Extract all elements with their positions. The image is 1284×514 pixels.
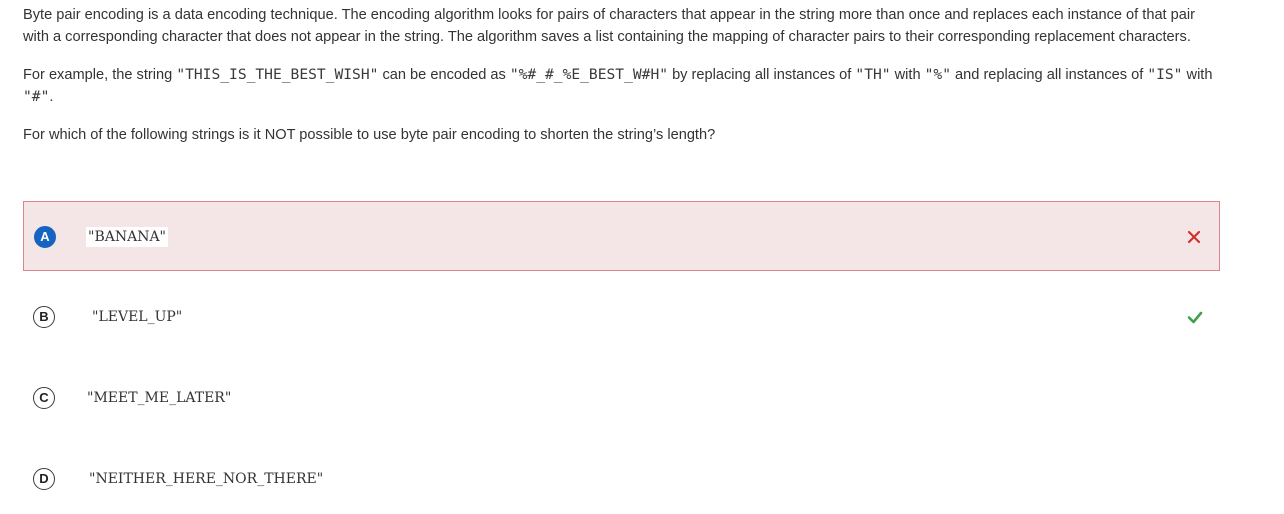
- code-original-string: "THIS_IS_THE_BEST_WISH": [176, 66, 379, 83]
- option-text: "MEET_ME_LATER": [87, 390, 232, 406]
- answer-option-d[interactable]: D "NEITHER_HERE_NOR_THERE": [23, 444, 1220, 514]
- option-letter-badge: A: [34, 226, 56, 248]
- question-paragraph-intro: Byte pair encoding is a data encoding te…: [23, 7, 1196, 45]
- code-char-hash: "#": [23, 88, 50, 105]
- question-paragraph-example: For example, the string "THIS_IS_THE_BES…: [23, 66, 1213, 105]
- answer-option-c[interactable]: C "MEET_ME_LATER": [23, 363, 1220, 433]
- x-icon: [1187, 230, 1201, 244]
- option-text: "LEVEL_UP": [92, 309, 183, 325]
- option-text: "BANANA": [86, 227, 168, 247]
- option-letter-badge: B: [33, 306, 55, 328]
- question-prompt: For which of the following strings is it…: [23, 127, 716, 143]
- question-stem: Byte pair encoding is a data encoding te…: [23, 4, 1223, 146]
- option-text: "NEITHER_HERE_NOR_THERE": [89, 471, 324, 487]
- option-letter-badge: D: [33, 468, 55, 490]
- code-encoded-string: "%#_#_%E_BEST_W#H": [509, 66, 669, 83]
- code-pair-is: "IS": [1147, 66, 1183, 83]
- option-letter-badge: C: [33, 387, 55, 409]
- check-icon: [1187, 311, 1203, 324]
- answer-option-b[interactable]: B "LEVEL_UP": [23, 282, 1220, 352]
- answer-option-a[interactable]: A "BANANA": [23, 201, 1220, 271]
- code-char-percent: "%": [924, 66, 951, 83]
- code-pair-th: "TH": [855, 66, 891, 83]
